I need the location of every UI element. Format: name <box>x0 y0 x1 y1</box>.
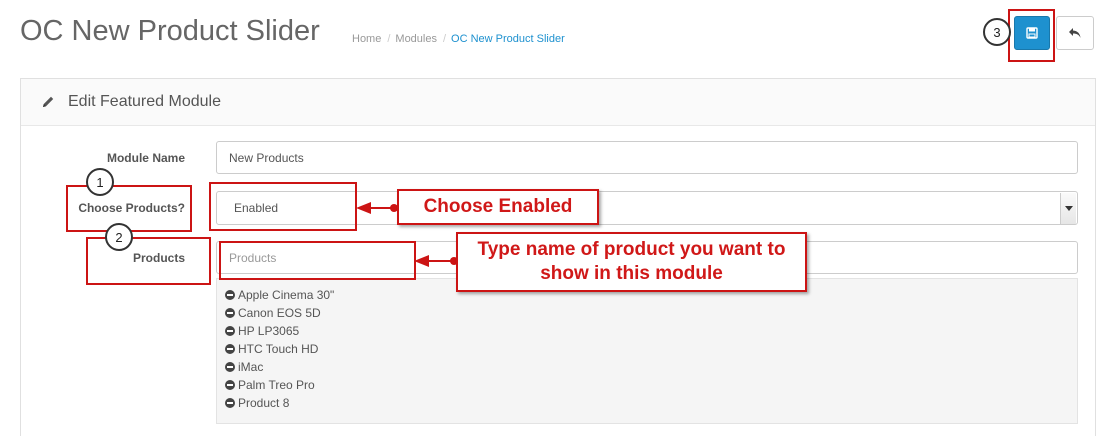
highlight-enabled <box>209 182 357 231</box>
panel-heading: Edit Featured Module <box>21 79 1095 126</box>
highlight-choose-label <box>66 185 192 232</box>
highlight-save <box>1008 9 1055 62</box>
breadcrumb-home[interactable]: Home <box>352 33 381 45</box>
list-item: Palm Treo Pro <box>225 378 315 392</box>
arrow-enabled <box>356 202 398 214</box>
breadcrumb: Home / Modules / OC New Product Slider <box>352 33 565 45</box>
list-item: iMac <box>225 360 263 374</box>
pencil-icon <box>43 96 54 107</box>
list-item: HTC Touch HD <box>225 342 318 356</box>
remove-icon[interactable] <box>225 380 235 390</box>
remove-icon[interactable] <box>225 326 235 336</box>
reply-icon <box>1069 28 1081 38</box>
remove-icon[interactable] <box>225 362 235 372</box>
remove-icon[interactable] <box>225 308 235 318</box>
module-name-value: New Products <box>229 150 304 165</box>
page-title: OC New Product Slider <box>20 15 320 47</box>
remove-icon[interactable] <box>225 398 235 408</box>
breadcrumb-modules[interactable]: Modules <box>395 33 437 45</box>
list-item: HP LP3065 <box>225 324 299 338</box>
arrow-products <box>414 255 458 267</box>
step-3-marker: 3 <box>983 18 1011 46</box>
callout-choose-enabled: Choose Enabled <box>397 189 599 225</box>
list-item: Canon EOS 5D <box>225 306 321 320</box>
list-item: Product 8 <box>225 396 289 410</box>
highlight-products-input <box>219 241 416 280</box>
chevron-down-icon[interactable] <box>1060 193 1076 224</box>
step-2-marker: 2 <box>105 223 133 251</box>
breadcrumb-current[interactable]: OC New Product Slider <box>451 33 565 45</box>
callout-type-product: Type name of product you want to show in… <box>456 232 807 292</box>
remove-icon[interactable] <box>225 344 235 354</box>
products-list: Apple Cinema 30" Canon EOS 5D HP LP3065 … <box>216 278 1078 424</box>
module-name-input[interactable]: New Products <box>216 141 1078 174</box>
step-1-marker: 1 <box>86 168 114 196</box>
module-name-label: Module Name <box>106 151 185 165</box>
panel-title: Edit Featured Module <box>68 93 221 110</box>
remove-icon[interactable] <box>225 290 235 300</box>
list-item: Apple Cinema 30" <box>225 288 334 302</box>
back-button[interactable] <box>1056 16 1094 50</box>
highlight-products-label <box>86 237 211 285</box>
